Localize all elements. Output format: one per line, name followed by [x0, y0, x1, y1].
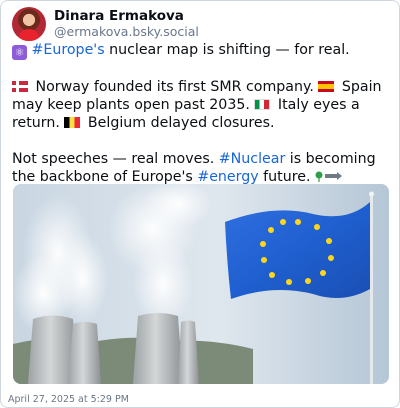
atom-icon: ⚛ — [12, 45, 27, 60]
post-line1-text: nuclear map is shifting — for real. — [104, 42, 350, 58]
line3-text-c: future. — [258, 169, 311, 185]
hashtag-europe[interactable]: #Europe's — [32, 42, 105, 58]
line3-text-a: Not speeches — real moves. — [12, 151, 219, 167]
hashtag-energy[interactable]: #energy — [197, 169, 258, 185]
avatar[interactable] — [12, 7, 46, 41]
belgium-text: Belgium delayed closures. — [83, 115, 275, 131]
spain-flag-icon — [318, 81, 335, 92]
post-paragraph-1: ⚛ #Europe's nuclear map is shifting — fo… — [12, 41, 392, 60]
author-handle[interactable]: @ermakova.bsky.social — [54, 24, 199, 40]
post-paragraph-2: Norway founded its first SMR company. Sp… — [12, 78, 392, 132]
post-header: Dinara Ermakova @ermakova.bsky.social — [12, 7, 199, 41]
belgium-flag-icon — [64, 117, 81, 128]
author-display-name[interactable]: Dinara Ermakova — [54, 8, 199, 24]
hashtag-nuclear[interactable]: #Nuclear — [219, 151, 286, 167]
italy-flag-icon — [254, 99, 271, 110]
post-image[interactable] — [13, 184, 389, 384]
nuclear-eu-flag-image — [13, 184, 389, 384]
post-paragraph-3: Not speeches — real moves. #Nuclear is b… — [12, 150, 392, 186]
post-timestamp[interactable]: April 27, 2025 at 5:29 PM — [8, 394, 129, 405]
sprout-arrow-icon — [315, 171, 342, 182]
post-card: Dinara Ermakova @ermakova.bsky.social ⚛ … — [0, 0, 400, 408]
author-names: Dinara Ermakova @ermakova.bsky.social — [54, 8, 199, 40]
norway-flag-icon — [12, 81, 28, 92]
post-text: ⚛ #Europe's nuclear map is shifting — fo… — [12, 41, 392, 204]
norway-text: Norway founded its first SMR company. — [31, 79, 319, 95]
